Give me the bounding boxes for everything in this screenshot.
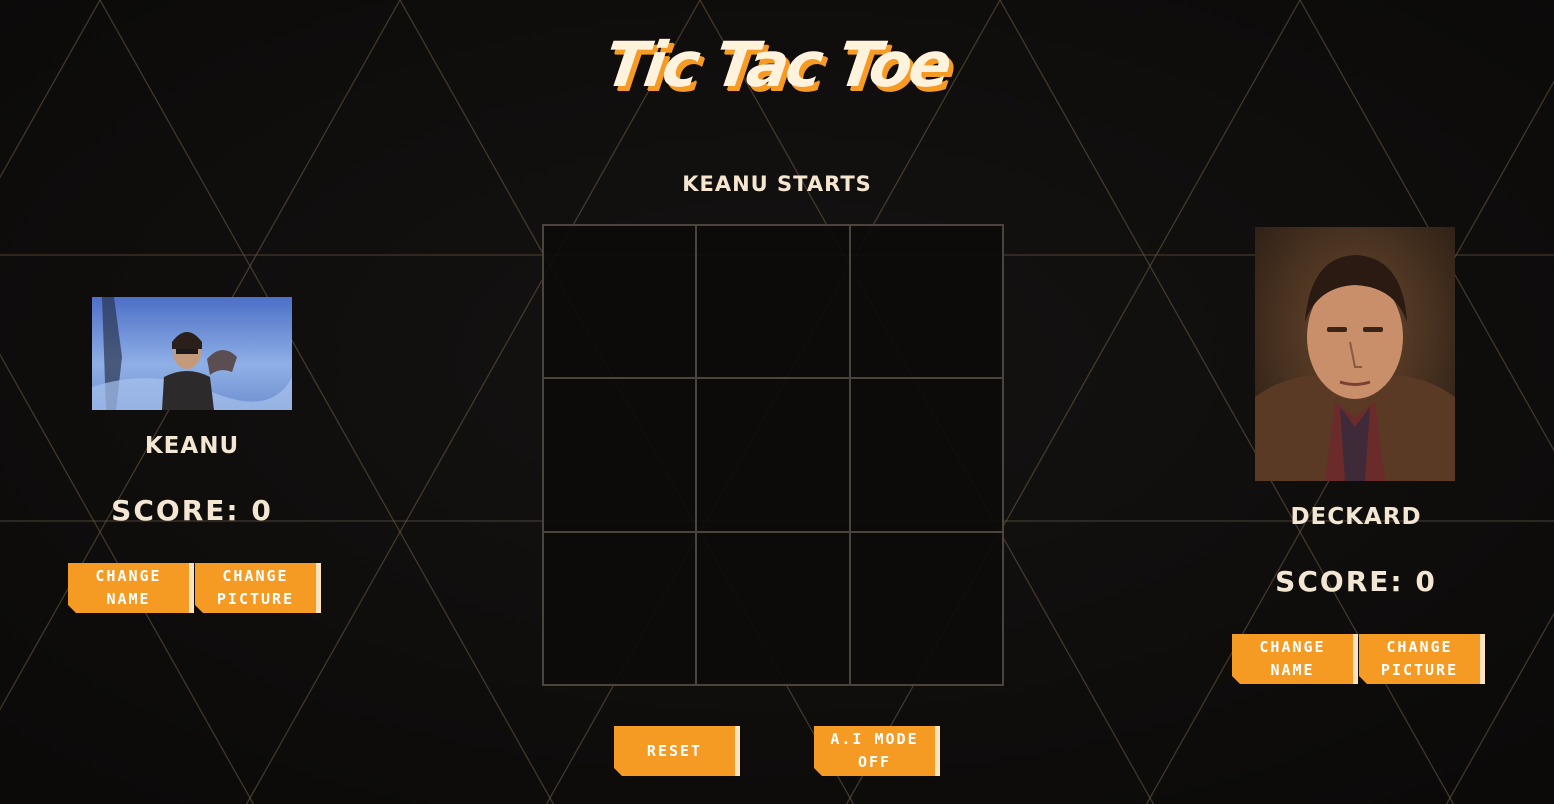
player1-avatar bbox=[92, 297, 292, 410]
board-cell-1[interactable] bbox=[543, 225, 697, 379]
board-cell-2[interactable] bbox=[696, 225, 850, 379]
player1-change-picture-button[interactable]: Change Picture bbox=[195, 563, 321, 613]
board-cell-6[interactable] bbox=[849, 378, 1003, 532]
player1-change-name-button[interactable]: Change Name bbox=[68, 563, 194, 613]
game-title: Tic Tac Toe bbox=[600, 28, 954, 101]
player2-avatar bbox=[1255, 227, 1455, 481]
board-cell-7[interactable] bbox=[543, 531, 697, 685]
board-cell-5[interactable] bbox=[696, 378, 850, 532]
player2-score: Score: 0 bbox=[1275, 565, 1437, 598]
game-board bbox=[542, 224, 1004, 686]
board-cell-8[interactable] bbox=[696, 531, 850, 685]
reset-button[interactable]: Reset bbox=[614, 726, 740, 776]
player1-score: Score: 0 bbox=[111, 494, 273, 527]
turn-status: Keanu starts bbox=[682, 172, 872, 196]
ai-mode-button[interactable]: A.I Mode Off bbox=[814, 726, 940, 776]
board-cell-4[interactable] bbox=[543, 378, 697, 532]
player2-change-picture-button[interactable]: Change Picture bbox=[1359, 634, 1485, 684]
board-cell-9[interactable] bbox=[849, 531, 1003, 685]
player1-name: Keanu bbox=[144, 433, 240, 459]
board-cell-3[interactable] bbox=[849, 225, 1003, 379]
player2-change-name-button[interactable]: Change Name bbox=[1232, 634, 1358, 684]
player2-name: Deckard bbox=[1290, 504, 1422, 530]
